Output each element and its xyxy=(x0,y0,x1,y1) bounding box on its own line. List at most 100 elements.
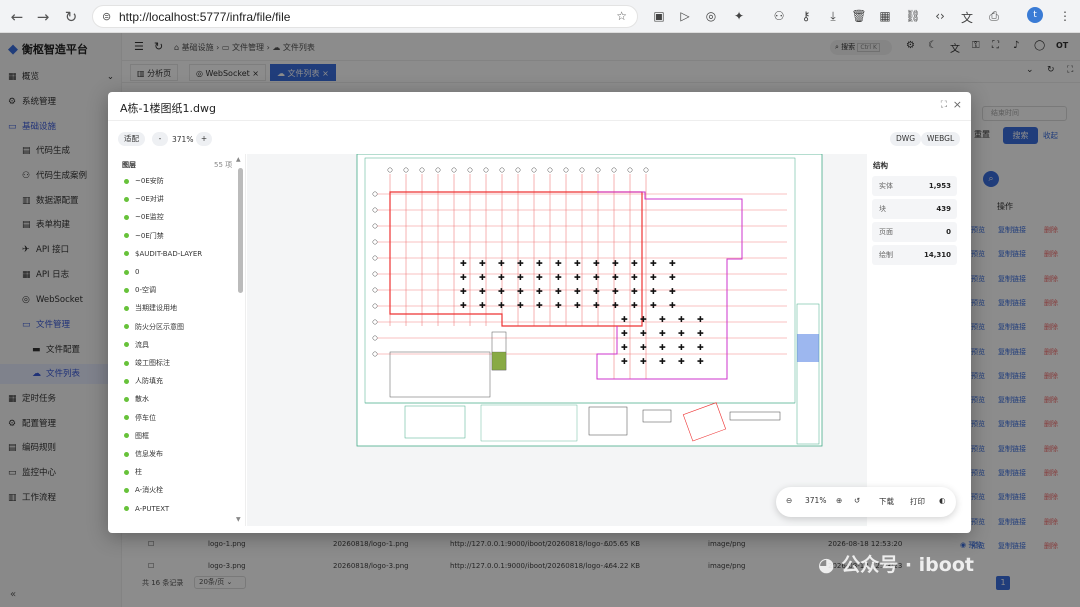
address-bar[interactable]: ⊜ http://localhost:5777/infra/file/file … xyxy=(92,5,638,28)
zoom-out-button[interactable]: - xyxy=(152,132,168,146)
url-text: http://localhost:5777/infra/file/file xyxy=(119,10,291,24)
layer-item[interactable]: ~0E对讲 xyxy=(124,190,164,208)
stat-value: 14,310 xyxy=(923,251,951,259)
layer-visible-dot[interactable] xyxy=(124,396,129,402)
layer-item[interactable]: 散水 xyxy=(124,390,149,408)
layer-visible-dot[interactable] xyxy=(124,269,129,275)
extensions-puzzle-icon[interactable]: ✦ xyxy=(731,9,747,23)
layer-visible-dot[interactable] xyxy=(124,360,129,366)
stat-label: 绘制 xyxy=(879,251,893,259)
column-marker: ✚ xyxy=(498,259,505,268)
column-marker: ✚ xyxy=(479,259,486,268)
code-icon[interactable]: ‹› xyxy=(932,9,948,23)
layer-item[interactable]: 人防填充 xyxy=(124,372,163,390)
layer-item[interactable]: 0 xyxy=(124,263,139,281)
column-marker: ✚ xyxy=(612,301,619,310)
extension-icon[interactable]: ⚇ xyxy=(771,9,787,23)
axis-marker xyxy=(372,287,378,293)
layer-name: 0 xyxy=(135,268,140,276)
reload-icon[interactable]: ↻ xyxy=(62,8,80,26)
axis-marker xyxy=(643,167,649,173)
layer-visible-dot[interactable] xyxy=(124,178,129,184)
layer-visible-dot[interactable] xyxy=(124,433,129,439)
trash-icon[interactable]: 🗑 xyxy=(851,9,867,23)
profile-avatar[interactable]: t xyxy=(1027,7,1043,23)
layer-item[interactable]: 流具 xyxy=(124,336,149,354)
layer-item[interactable]: ~0E门禁 xyxy=(124,227,164,245)
axis-marker xyxy=(372,319,378,325)
back-icon[interactable]: ← xyxy=(8,8,26,26)
zoom-in-button[interactable]: + xyxy=(196,132,212,146)
layer-item[interactable]: ~0E安防 xyxy=(124,172,164,190)
layer-item[interactable]: 0-空调 xyxy=(124,281,156,299)
layer-name: 流具 xyxy=(135,340,149,349)
column-marker: ✚ xyxy=(555,259,562,268)
site-info-icon[interactable]: ⊜ xyxy=(102,10,111,23)
qr-icon[interactable]: ▦ xyxy=(877,9,893,23)
download-icon[interactable]: ⤓ xyxy=(825,9,841,24)
scroll-up-icon[interactable]: ▲ xyxy=(236,156,241,163)
layer-visible-dot[interactable] xyxy=(124,506,129,512)
forward-icon[interactable]: → xyxy=(34,8,52,26)
axis-marker xyxy=(372,207,378,213)
layer-item[interactable]: A-PUTEXT xyxy=(124,500,169,518)
layer-item[interactable]: ~0E监控 xyxy=(124,208,164,226)
layer-item[interactable]: 防火分区示意图 xyxy=(124,318,184,336)
print-button[interactable]: 打印 xyxy=(910,496,925,507)
layer-visible-dot[interactable] xyxy=(124,415,129,421)
layer-item[interactable]: 信息发布 xyxy=(124,445,163,463)
column-marker: ✚ xyxy=(593,273,600,282)
drawing-canvas[interactable]: ✚ ✚ ✚ ✚ ✚ ✚ ✚ ✚ ✚ ✚ ✚ ✚ ✚ ✚ ✚ ✚ ✚ ✚ ✚ ✚ ✚ ✚ ✚ ✚ ✚ ✚ ✚ ✚ ✚ ✚ ✚ ✚ ✚ ✚ ✚ ✚ ✚ ✚ ✚ ✚… xyxy=(247,153,867,526)
layer-visible-dot[interactable] xyxy=(124,305,129,311)
menu-dots-icon[interactable]: ⋮ xyxy=(1057,9,1073,23)
layer-visible-dot[interactable] xyxy=(124,487,129,493)
layer-name: 散水 xyxy=(135,395,149,404)
layer-visible-dot[interactable] xyxy=(124,287,129,293)
link-icon[interactable]: ⛓ xyxy=(905,9,921,23)
layer-item[interactable]: 当期建设用地 xyxy=(124,299,177,317)
dark-mode-icon[interactable]: ◐ xyxy=(939,496,946,505)
extension-icon[interactable]: ◎ xyxy=(703,9,719,23)
column-marker: ✚ xyxy=(650,287,657,296)
axis-marker xyxy=(611,167,617,173)
key-icon[interactable]: ⚷ xyxy=(798,9,814,23)
column-marker: ✚ xyxy=(574,287,581,296)
close-icon[interactable]: × xyxy=(953,98,962,111)
extension-icon[interactable]: ▣ xyxy=(651,9,667,23)
fit-button[interactable]: 适配 xyxy=(118,132,145,146)
layer-visible-dot[interactable] xyxy=(124,196,129,202)
layer-visible-dot[interactable] xyxy=(124,251,129,257)
layer-item[interactable]: 竣工图标注 xyxy=(124,354,170,372)
structure-title: 结构 xyxy=(873,161,888,170)
layer-visible-dot[interactable] xyxy=(124,378,129,384)
stat-label: 实体 xyxy=(879,182,893,190)
layer-visible-dot[interactable] xyxy=(124,469,129,475)
zoom-out-icon[interactable]: ⊖ xyxy=(786,496,792,505)
bookmark-star-icon[interactable]: ☆ xyxy=(616,9,627,23)
layer-visible-dot[interactable] xyxy=(124,342,129,348)
layer-name: 竣工图标注 xyxy=(135,359,170,367)
layer-item[interactable]: $AUDIT-BAD-LAYER xyxy=(124,245,202,263)
layer-visible-dot[interactable] xyxy=(124,233,129,239)
translate-icon[interactable]: 文 xyxy=(959,9,975,26)
reset-view-icon[interactable]: ↺ xyxy=(854,496,860,505)
scrollbar-thumb[interactable] xyxy=(238,168,243,293)
layer-item[interactable]: A-消火栓 xyxy=(124,481,163,499)
layer-item[interactable]: 图框 xyxy=(124,427,149,445)
layer-visible-dot[interactable] xyxy=(124,451,129,457)
layer-visible-dot[interactable] xyxy=(124,214,129,220)
zoom-in-icon[interactable]: ⊕ xyxy=(836,496,842,505)
layer-item[interactable]: 停车位 xyxy=(124,409,156,427)
webgl-mode-button[interactable]: WEBGL xyxy=(921,132,961,146)
download-button[interactable]: 下载 xyxy=(879,496,894,507)
column-marker: ✚ xyxy=(669,259,676,268)
extension-icon[interactable]: ▷ xyxy=(677,9,693,23)
layer-item[interactable]: 柱 xyxy=(124,463,142,481)
dwg-mode-button[interactable]: DWG xyxy=(890,132,922,146)
print-icon[interactable]: ⎙ xyxy=(986,9,1002,24)
scroll-down-icon[interactable]: ▼ xyxy=(236,516,241,523)
axis-marker xyxy=(372,351,378,357)
stat-value: 439 xyxy=(936,205,951,213)
maximize-icon[interactable]: ⛶ xyxy=(941,100,947,110)
layer-visible-dot[interactable] xyxy=(124,324,129,330)
